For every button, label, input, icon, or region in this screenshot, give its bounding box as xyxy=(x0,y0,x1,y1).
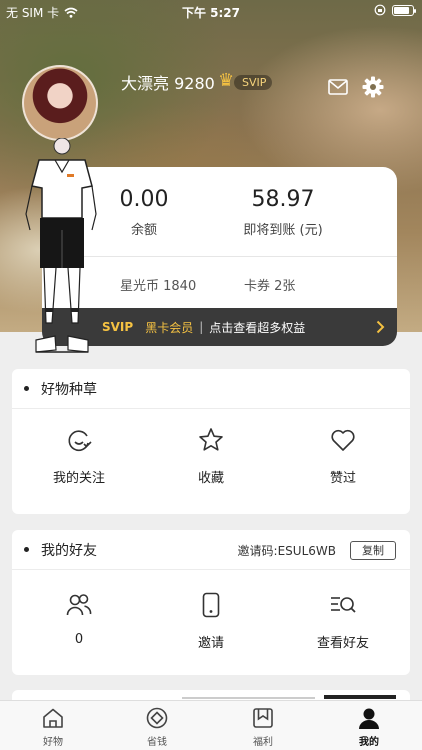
star-coins[interactable]: 星光币 1840 xyxy=(120,275,196,294)
star-icon xyxy=(199,428,223,451)
chevron-right-icon xyxy=(376,320,385,334)
invite-code: 邀请码:ESUL6WB xyxy=(237,544,336,558)
search-list-icon xyxy=(331,597,356,613)
bookmark-icon xyxy=(253,708,273,728)
good-things-card: 好物种草 我的关注 收藏 赞过 xyxy=(12,369,410,514)
svip-badge[interactable]: SVIP xyxy=(234,75,273,90)
coin-icon xyxy=(146,707,168,729)
tab-benefits-label: 福利 xyxy=(253,737,273,748)
liked-button[interactable]: 赞过 xyxy=(278,427,408,486)
black-card-label: 黑卡会员 xyxy=(145,320,194,335)
favorites-label: 收藏 xyxy=(197,471,224,486)
status-bar: 无 SIM 卡 下午 5:27 xyxy=(0,0,422,22)
svip-separator: | xyxy=(199,320,204,334)
tab-benefits[interactable]: 福利 xyxy=(233,707,293,748)
liked-label: 赞过 xyxy=(329,471,356,486)
wallet-divider xyxy=(84,256,397,257)
friend-count-value: 0 xyxy=(74,632,84,647)
svip-benefits-text: 点击查看超多权益 xyxy=(209,320,306,335)
invite-label: 邀请 xyxy=(197,636,224,651)
home-icon xyxy=(43,708,63,728)
balance-label: 余额 xyxy=(130,223,157,238)
battery-icon xyxy=(392,4,416,16)
username[interactable]: 大漂亮 9280 xyxy=(121,70,215,94)
tab-bar: 好物 省钱 福利 我的 xyxy=(0,700,422,750)
follow-icon xyxy=(68,430,92,452)
tab-mine[interactable]: 我的 xyxy=(339,707,399,748)
tab-save-money-label: 省钱 xyxy=(147,737,167,748)
invite-button[interactable]: 邀请 xyxy=(146,592,276,651)
pending-label: 即将到账 (元) xyxy=(243,223,323,238)
gear-icon[interactable] xyxy=(362,76,384,98)
friends-card: 我的好友 邀请码:ESUL6WB 复制 0 邀请 查看好友 xyxy=(12,530,410,675)
crown-icon: ♛ xyxy=(218,70,235,91)
balance-value: 0.00 xyxy=(119,187,169,212)
battery-level xyxy=(394,6,410,14)
friends-title: 我的好友 xyxy=(41,542,97,559)
mail-icon[interactable] xyxy=(328,79,348,95)
invite-phone-icon xyxy=(202,592,220,618)
pending-value: 58.97 xyxy=(251,187,315,212)
favorites-button[interactable]: 收藏 xyxy=(146,427,276,486)
friends-icon xyxy=(66,594,92,616)
tab-mine-label: 我的 xyxy=(359,737,379,748)
peek-block xyxy=(324,695,396,699)
user-icon xyxy=(359,708,379,729)
copy-button[interactable]: 复制 xyxy=(350,541,396,560)
tab-home-label: 好物 xyxy=(43,737,63,748)
view-friends-label: 查看好友 xyxy=(316,636,369,651)
avatar[interactable] xyxy=(22,65,98,141)
good-things-title: 好物种草 xyxy=(41,381,97,398)
bullet-dot xyxy=(24,386,29,391)
status-time: 下午 5:27 xyxy=(181,6,241,20)
tab-save-money[interactable]: 省钱 xyxy=(127,707,187,748)
orientation-lock-icon xyxy=(374,4,386,16)
tab-home[interactable]: 好物 xyxy=(23,707,83,748)
bullet-dot xyxy=(24,547,29,552)
follow-button[interactable]: 我的关注 xyxy=(14,427,144,486)
friend-count[interactable]: 0 xyxy=(14,592,144,647)
good-things-header: 好物种草 xyxy=(12,369,410,409)
coupons[interactable]: 卡券 2张 xyxy=(244,275,295,294)
view-friends-button[interactable]: 查看好友 xyxy=(278,592,408,651)
peek-divider xyxy=(182,697,315,699)
character-figure xyxy=(25,138,97,353)
heart-icon xyxy=(331,429,355,451)
svip-label: SVIP xyxy=(102,320,134,334)
follow-label: 我的关注 xyxy=(52,471,105,486)
